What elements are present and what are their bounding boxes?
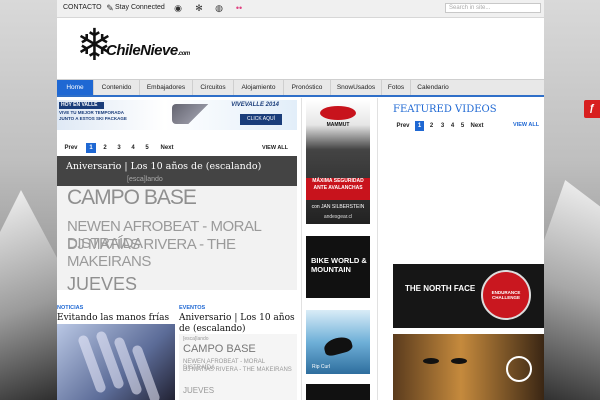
banner-brand: VIVEVALLE 2014 [231,102,279,108]
videos-page-3[interactable]: 3 [438,121,447,131]
pencil-icon: ✎ [106,3,114,13]
slider-caption-bar: Aniversario | Los 10 años de (escalando) [57,156,297,186]
banner-line2: VIVE TU MEJOR TEMPORADA JUNTO A ESTOS SK… [59,110,127,121]
mammut-sub: con JAN SILBERSTEIN [311,204,365,210]
top-bar: CONTACTO ✎ Stay Connected ◉ ✻ ◍ •• Searc… [57,0,544,18]
flickr-icon[interactable]: •• [234,3,244,13]
flash-player-icon[interactable]: ƒ [584,100,600,118]
videos-page-4[interactable]: 4 [448,121,457,131]
eventos-thumbnail[interactable]: [esca]lando CAMPO BASE NEWEN AFROBEAT - … [179,334,297,400]
eventos-thumb-top: [esca]lando [183,336,209,342]
featured-videos-title: FEATURED VIDEOS [393,104,497,115]
logo-brand: ChileNieve [106,42,178,59]
contact-link[interactable]: CONTACTO [63,4,102,11]
brand-logo-icon [506,356,532,382]
eventos-title[interactable]: Aniversario | Los 10 años de (escalando) [179,313,299,335]
slider-view-all[interactable]: VIEW ALL [255,143,295,153]
slider-jueves: JUEVES [67,274,138,290]
surf-brand: Rip Curl [312,364,331,370]
column-divider-left [301,98,302,400]
nav-snowusados[interactable]: SnowUsados [331,80,382,95]
banner-line1: HOY EN VALLE [59,102,104,109]
noticias-title[interactable]: Evitando las manos frías [57,313,175,324]
skier-image [172,104,212,124]
banner-cta-button[interactable]: CLICK AQUÍ [240,114,282,125]
mammut-ad[interactable]: MAMMUT MÁXIMA SEGURIDAD ANTE AVALANCHAS … [306,100,370,224]
slider-line-2: DJ MATÍAS RIVERA - THE MAKEIRANS [67,236,236,270]
pager-prev[interactable]: Prev [63,143,79,153]
noticias-thumbnail[interactable] [57,324,175,400]
site-logo[interactable]: ❄ ChileNieve.com [76,24,226,72]
slider-pager: Prev 1 2 3 4 5 Next [63,143,183,153]
videos-page-1[interactable]: 1 [415,121,424,131]
nav-circuitos[interactable]: Circuitos [193,80,234,95]
slider-esc-label: [esca]lando [127,176,163,183]
slider-viewall-wrap: VIEW ALL [255,143,295,153]
logo-suffix: .com [177,51,191,57]
vive-valle-banner[interactable]: HOY EN VALLE VIVE TU MEJOR TEMPORADA JUN… [57,100,297,130]
mammut-url: andesgear.cl [323,214,353,220]
videos-page-2[interactable]: 2 [427,121,436,131]
eventos-tag[interactable]: EVENTOS [179,305,205,311]
videos-next[interactable]: Next [468,121,486,131]
pager-page-2[interactable]: 2 [100,143,110,153]
endurance-badge-icon: ENDURANCE CHALLENGE [481,270,531,320]
bike-world-label: BIKE WORLD & MOUNTAIN [311,256,367,274]
pager-page-3[interactable]: 3 [114,143,124,153]
tnf-logo: THE NORTH FACE [405,284,476,293]
stay-connected-label: Stay Connected [115,4,165,11]
videos-prev[interactable]: Prev [395,121,411,131]
mountain-right [542,180,600,400]
bike-world-ad[interactable]: BIKE WORLD & MOUNTAIN [306,236,370,298]
videos-view-all[interactable]: VIEW ALL [513,122,539,128]
mammut-headline: MÁXIMA SEGURIDAD ANTE AVALANCHAS [306,178,370,200]
surf-ad[interactable]: Rip Curl [306,310,370,374]
north-face-ad[interactable]: THE NORTH FACE ENDURANCE CHALLENGE [393,264,544,328]
videos-page-5[interactable]: 5 [458,121,467,131]
noticias-tag[interactable]: NOTICIAS [57,305,83,311]
rss-icon[interactable]: ◉ [173,3,183,13]
search-input[interactable]: Search in site... [445,3,541,13]
nav-home[interactable]: Home [57,80,94,95]
pager-page-4[interactable]: 4 [128,143,138,153]
eventos-thumb-main: CAMPO BASE [183,343,256,355]
camera-icon[interactable]: ◍ [214,3,224,13]
page-container: CONTACTO ✎ Stay Connected ◉ ✻ ◍ •• Searc… [57,0,544,400]
surfer-image [322,334,354,358]
featured-slider[interactable]: Aniversario | Los 10 años de (escalando)… [57,156,297,290]
pager-next[interactable]: Next [157,143,177,153]
slider-caption[interactable]: Aniversario | Los 10 años de (escalando) [66,161,261,172]
nav-pronostico[interactable]: Pronóstico [284,80,331,95]
column-divider-right [377,98,378,400]
pager-page-5[interactable]: 5 [142,143,152,153]
mammut-brand: MAMMUT [326,122,350,128]
main-nav: Home Contenido Embajadores Circuitos Alo… [57,79,544,97]
nav-calendario[interactable]: Calendario [411,80,455,95]
mammut-logo-icon [320,106,356,120]
endurance-badge-label: ENDURANCE CHALLENGE [491,290,521,300]
nav-fotos[interactable]: Fotos [382,80,411,95]
snowflake-icon[interactable]: ✻ [194,3,204,13]
mountain-left [0,190,60,400]
bottom-ad[interactable] [306,384,370,400]
pager-page-1[interactable]: 1 [86,143,96,153]
eventos-thumb-line2: DJ MATÍAS RIVERA - THE MAKEIRANS [183,367,292,373]
videos-pager: Prev 1 2 3 4 5 Next [395,121,495,131]
slider-campo-base: CAMPO BASE [67,186,197,209]
nav-contenido[interactable]: Contenido [94,80,140,95]
eventos-thumb-line3: JUEVES [183,386,215,395]
nav-alojamiento[interactable]: Alojamiento [234,80,284,95]
face-ad[interactable] [393,334,544,400]
nav-embajadores[interactable]: Embajadores [140,80,193,95]
